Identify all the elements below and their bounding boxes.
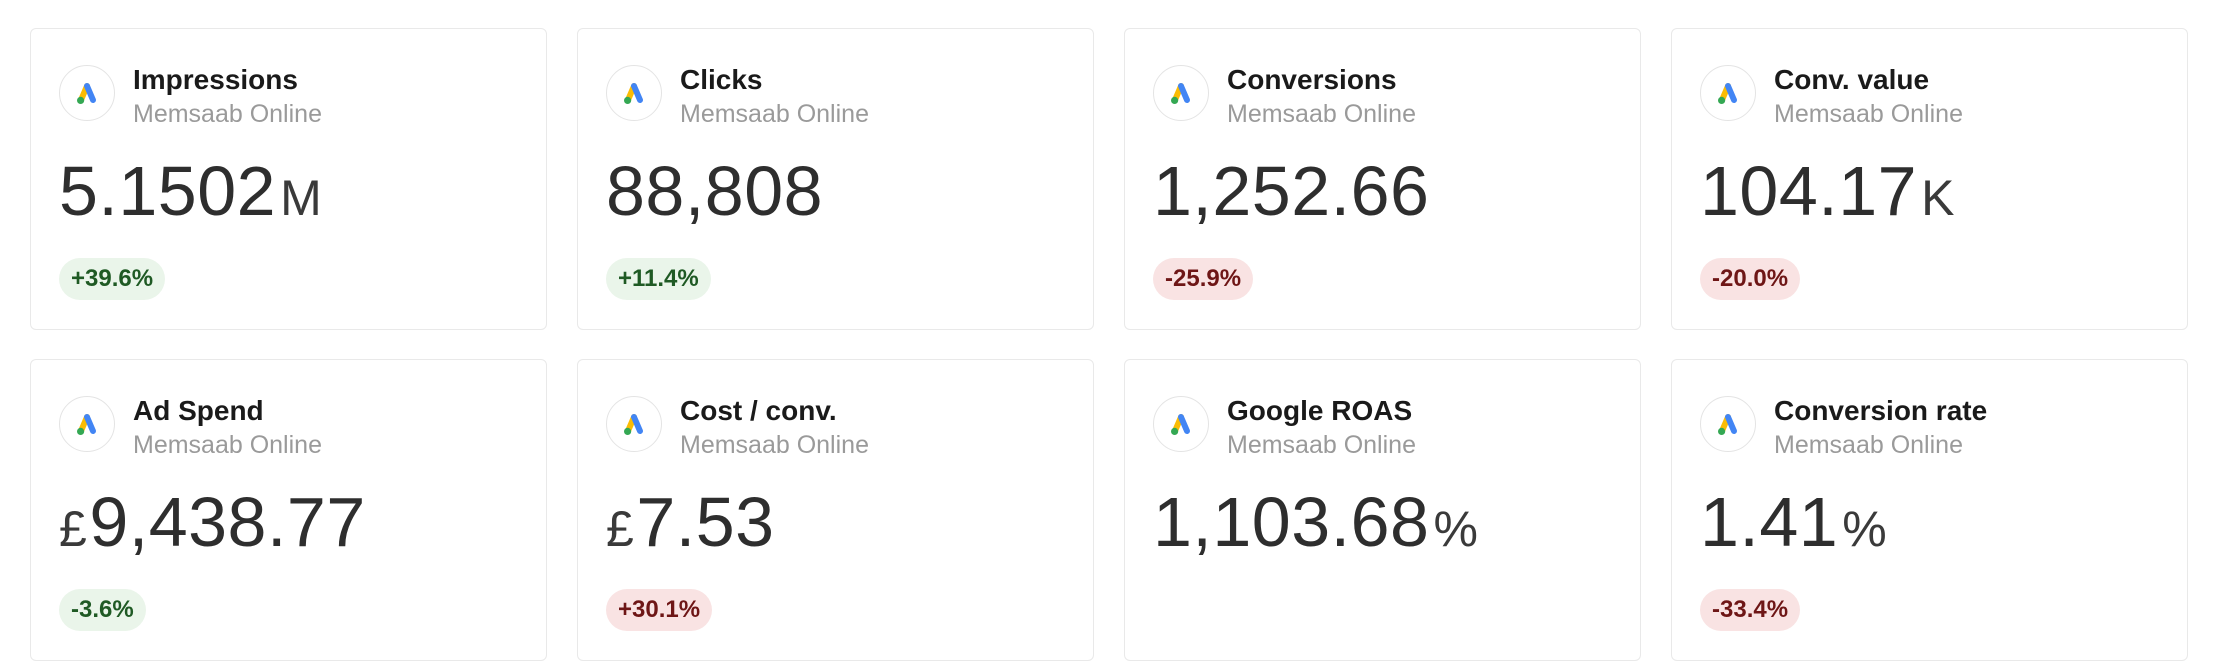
- metric-title: Ad Spend: [133, 395, 264, 426]
- card-header: Cost / conv. Memsaab Online: [606, 394, 1065, 459]
- value-number: 5.1502: [59, 152, 277, 230]
- metric-account: Memsaab Online: [1227, 431, 1416, 459]
- metric-account: Memsaab Online: [1227, 100, 1416, 128]
- google-ads-icon: [59, 65, 115, 121]
- google-ads-icon: [59, 396, 115, 452]
- card-header: Impressions Memsaab Online: [59, 63, 518, 128]
- metric-title: Conv. value: [1774, 64, 1930, 95]
- change-badge: -20.0%: [1700, 258, 1801, 300]
- value-number: 88,808: [606, 152, 824, 230]
- value-number: 1,103.68: [1153, 483, 1430, 561]
- google-ads-icon: [1700, 396, 1756, 452]
- metric-account: Memsaab Online: [133, 431, 322, 459]
- change-badge: +30.1%: [606, 589, 713, 631]
- metric-title: Clicks: [680, 64, 763, 95]
- value-number: 1.41: [1700, 483, 1839, 561]
- change-badge: -33.4%: [1700, 589, 1801, 631]
- metric-title: Impressions: [133, 64, 298, 95]
- metric-card-impressions[interactable]: Impressions Memsaab Online 5.1502 M +39.…: [30, 28, 547, 330]
- metric-title: Cost / conv.: [680, 395, 837, 426]
- card-header: Conv. value Memsaab Online: [1700, 63, 2159, 128]
- metric-account: Memsaab Online: [680, 100, 869, 128]
- value-prefix: £: [59, 501, 88, 557]
- metric-value: 88,808: [606, 151, 1065, 231]
- value-suffix: %: [1842, 501, 1888, 557]
- metric-card-google-roas[interactable]: Google ROAS Memsaab Online 1,103.68 %: [1124, 359, 1641, 661]
- metric-card-conv-value[interactable]: Conv. value Memsaab Online 104.17 K -20.…: [1671, 28, 2188, 330]
- metric-title: Google ROAS: [1227, 395, 1413, 426]
- metric-account: Memsaab Online: [133, 100, 322, 128]
- google-ads-icon: [1153, 65, 1209, 121]
- metric-value: 1,103.68 %: [1153, 482, 1612, 562]
- value-suffix: K: [1921, 170, 1955, 226]
- value-number: 9,438.77: [89, 483, 366, 561]
- metric-title: Conversion rate: [1774, 395, 1988, 426]
- google-ads-icon: [1153, 396, 1209, 452]
- metric-title: Conversions: [1227, 64, 1397, 95]
- change-badge: +39.6%: [59, 258, 166, 300]
- google-ads-icon: [606, 65, 662, 121]
- card-header: Conversions Memsaab Online: [1153, 63, 1612, 128]
- google-ads-icon: [606, 396, 662, 452]
- change-badge: -3.6%: [59, 589, 146, 631]
- metric-account: Memsaab Online: [680, 431, 869, 459]
- metric-account: Memsaab Online: [1774, 431, 1963, 459]
- metric-value: 1,252.66: [1153, 151, 1612, 231]
- metric-value: 104.17 K: [1700, 151, 2159, 231]
- metric-value: £ 7.53: [606, 482, 1065, 562]
- metric-card-conversion-rate[interactable]: Conversion rate Memsaab Online 1.41 % -3…: [1671, 359, 2188, 661]
- metric-card-clicks[interactable]: Clicks Memsaab Online 88,808 +11.4%: [577, 28, 1094, 330]
- card-header: Clicks Memsaab Online: [606, 63, 1065, 128]
- metric-account: Memsaab Online: [1774, 100, 1963, 128]
- value-number: 1,252.66: [1153, 152, 1430, 230]
- value-number: 104.17: [1700, 152, 1918, 230]
- value-number: 7.53: [636, 483, 775, 561]
- metric-card-cost-per-conv[interactable]: Cost / conv. Memsaab Online £ 7.53 +30.1…: [577, 359, 1094, 661]
- metric-card-ad-spend[interactable]: Ad Spend Memsaab Online £ 9,438.77 -3.6%: [30, 359, 547, 661]
- metric-value: 5.1502 M: [59, 151, 518, 231]
- value-prefix: £: [606, 501, 635, 557]
- card-header: Google ROAS Memsaab Online: [1153, 394, 1612, 459]
- change-badge: -25.9%: [1153, 258, 1254, 300]
- value-suffix: M: [280, 170, 323, 226]
- card-header: Ad Spend Memsaab Online: [59, 394, 518, 459]
- change-badge: +11.4%: [606, 258, 711, 300]
- value-suffix: %: [1433, 501, 1479, 557]
- metric-grid: Impressions Memsaab Online 5.1502 M +39.…: [30, 28, 2190, 661]
- metric-value: £ 9,438.77: [59, 482, 518, 562]
- google-ads-icon: [1700, 65, 1756, 121]
- card-header: Conversion rate Memsaab Online: [1700, 394, 2159, 459]
- metric-value: 1.41 %: [1700, 482, 2159, 562]
- metric-card-conversions[interactable]: Conversions Memsaab Online 1,252.66 -25.…: [1124, 28, 1641, 330]
